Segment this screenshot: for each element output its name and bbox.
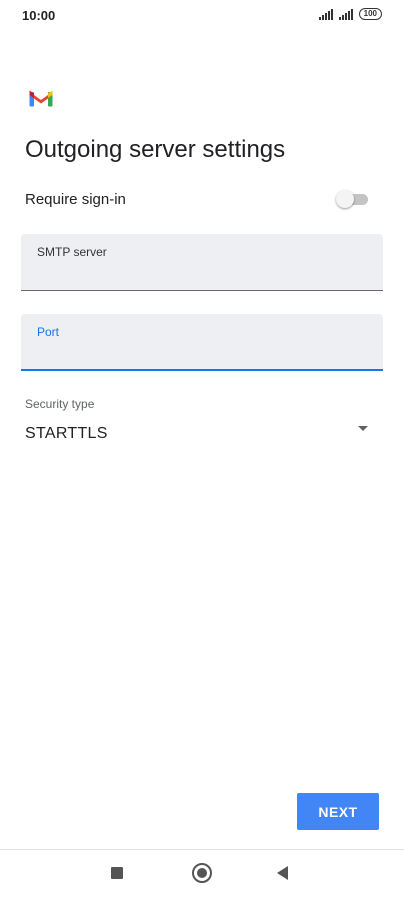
dropdown-arrow-icon xyxy=(358,426,368,431)
port-input[interactable] xyxy=(36,344,366,364)
smtp-server-field[interactable]: SMTP server xyxy=(21,234,383,291)
security-type-label: Security type xyxy=(25,397,95,411)
home-icon[interactable] xyxy=(192,863,212,883)
next-button[interactable]: NEXT xyxy=(297,793,379,830)
require-signin-toggle[interactable] xyxy=(336,189,370,209)
page-title: Outgoing server settings xyxy=(25,136,286,163)
status-icons: 100 xyxy=(318,8,382,20)
gmail-logo-icon xyxy=(29,90,53,107)
require-signin-row[interactable]: Require sign-in xyxy=(25,187,370,211)
port-field[interactable]: Port xyxy=(21,314,383,371)
back-icon[interactable] xyxy=(277,866,288,880)
require-signin-label: Require sign-in xyxy=(25,191,126,208)
signal-icon xyxy=(318,8,333,20)
smtp-server-label: SMTP server xyxy=(37,245,107,259)
toggle-thumb xyxy=(336,190,354,208)
security-type-value: STARTTLS xyxy=(25,425,108,442)
navigation-bar xyxy=(0,850,404,897)
security-type-dropdown[interactable]: Security type STARTTLS xyxy=(25,395,375,451)
recent-apps-icon[interactable] xyxy=(111,867,123,879)
battery-icon: 100 xyxy=(358,8,382,20)
smtp-server-input[interactable] xyxy=(36,264,366,284)
status-bar: 10:00 100 xyxy=(0,0,404,34)
port-label: Port xyxy=(37,325,60,339)
status-time: 10:00 xyxy=(22,8,56,23)
signal-icon-2 xyxy=(338,8,353,20)
